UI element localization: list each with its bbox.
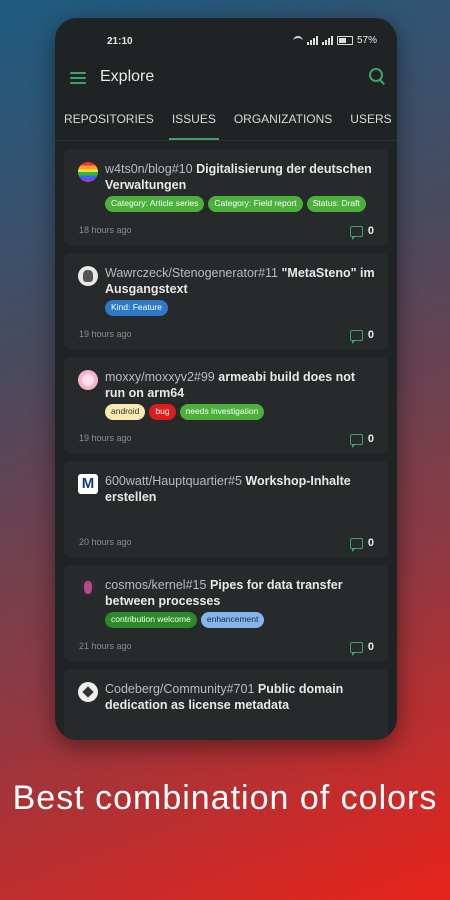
issue-label: bug [149,404,176,420]
issue-timestamp: 19 hours ago [79,433,132,443]
issue-card[interactable]: moxxy/moxxyv2#99 armeabi build does not … [64,357,388,453]
issue-label: Category: Article series [105,196,205,212]
repo-avatar [78,682,98,702]
comment-icon [349,433,363,448]
comment-count: 0 [349,225,374,240]
tab-issues[interactable]: ISSUES [163,98,225,140]
comment-count-value: 0 [367,225,374,237]
issue-label: android [105,404,146,420]
issue-timestamp: 19 hours ago [79,329,132,339]
comment-count: 0 [349,537,374,552]
promo-tagline: Best combination of colors [12,779,438,817]
issue-ref: moxxy/moxxyv2#99 [105,370,215,384]
signal-icon-2 [321,36,333,45]
issue-labels: android bug needs investigation [105,404,376,420]
issue-labels [105,508,376,524]
issue-label: needs investigation [179,404,265,420]
tab-organizations[interactable]: ORGANIZATIONS [225,98,341,140]
repo-avatar [78,370,98,390]
issue-ref: Codeberg/Community#701 [105,682,255,696]
comment-count-value: 0 [367,641,374,653]
tab-users[interactable]: USERS [341,98,397,140]
issue-label: enhancement [200,612,265,628]
issue-labels: Category: Article series Category: Field … [105,196,376,212]
issue-list: w4ts0n/blog#10 Digitalisierung der deuts… [55,149,397,740]
battery-level: 57% [356,35,377,46]
issue-title: w4ts0n/blog#10 Digitalisierung der deuts… [105,161,376,193]
issue-ref: w4ts0n/blog#10 [105,162,193,176]
issue-title: Wawrczeck/Stenogenerator#11 "MetaSteno" … [105,265,376,297]
comment-count-value: 0 [367,329,374,341]
issue-label: contribution welcome [105,612,197,628]
issue-timestamp: 21 hours ago [79,641,132,651]
comment-icon [349,641,363,656]
comment-count: 0 [349,433,374,448]
issue-labels [105,716,376,732]
repo-avatar [78,266,98,286]
tab-bar: REPOSITORIES ISSUES ORGANIZATIONS USERS [55,98,397,141]
signal-icon [306,36,318,45]
tab-repositories[interactable]: REPOSITORIES [55,98,163,140]
issue-card[interactable]: w4ts0n/blog#10 Digitalisierung der deuts… [64,149,388,245]
comment-count: 0 [349,329,374,344]
comment-icon [349,329,363,344]
status-time: 21:10 [107,36,133,47]
issue-labels: contribution welcome enhancement [105,612,376,628]
issue-title: Codeberg/Community#701 Public domain ded… [105,681,376,713]
comment-icon [349,225,363,240]
phone-screen: 21:10 57% Explore REPOSITORIES ISSUES OR… [55,18,397,740]
issue-label: Kind: Feature [105,300,169,316]
comment-icon [349,537,363,552]
repo-avatar [78,162,98,182]
comment-count-value: 0 [367,433,374,445]
issue-title: cosmos/kernel#15 Pipes for data transfer… [105,577,376,609]
status-bar: 21:10 57% [55,18,397,58]
app-bar: Explore [55,58,397,98]
repo-avatar [78,578,98,598]
issue-title: moxxy/moxxyv2#99 armeabi build does not … [105,369,376,401]
issue-ref: 600watt/Hauptquartier#5 [105,474,242,488]
wifi-icon [292,35,303,46]
issue-labels: Kind: Feature [105,300,376,316]
issue-card[interactable]: Wawrczeck/Stenogenerator#11 "MetaSteno" … [64,253,388,349]
comment-count-value: 0 [367,537,374,549]
issue-ref: cosmos/kernel#15 [105,578,207,592]
search-icon[interactable] [369,68,385,85]
issue-timestamp: 18 hours ago [79,225,132,235]
status-icons: 57% [292,35,377,46]
comment-count: 0 [349,641,374,656]
issue-card[interactable]: M 600watt/Hauptquartier#5 Workshop-Inhalt… [64,461,388,557]
issue-card[interactable]: cosmos/kernel#15 Pipes for data transfer… [64,565,388,661]
battery-icon [336,36,353,45]
repo-avatar: M [78,474,98,494]
issue-label: Status: Draft [306,196,366,212]
page-title: Explore [100,68,155,85]
issue-title: 600watt/Hauptquartier#5 Workshop-Inhalte… [105,473,376,505]
issue-ref: Wawrczeck/Stenogenerator#11 [105,266,279,280]
issue-card[interactable]: Codeberg/Community#701 Public domain ded… [64,669,388,740]
issue-timestamp: 20 hours ago [79,537,132,547]
hamburger-menu-icon[interactable] [70,72,86,84]
issue-label: Category: Field report [208,196,303,212]
